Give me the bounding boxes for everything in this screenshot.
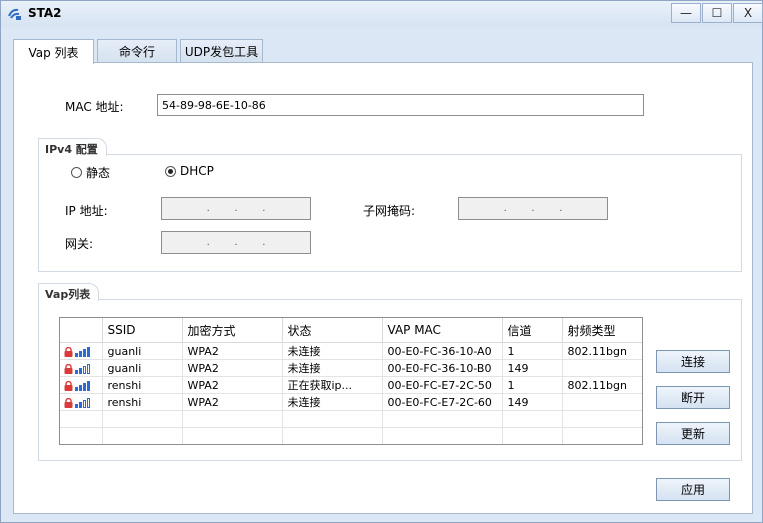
status-icons-cell [60, 342, 103, 360]
table-row[interactable]: renshi WPA2 正在获取ip... 00-E0-FC-E7-2C-50 1 802… [60, 376, 642, 394]
table-row[interactable]: guanli WPA2 未连接 00-E0-FC-36-10-A0 1 802.11bgn [60, 342, 642, 360]
radio-dhcp[interactable]: DHCP [165, 164, 214, 178]
column-header-ssid[interactable]: SSID [102, 318, 183, 343]
lock-icon [64, 346, 73, 357]
encryption-cell: WPA2 [182, 342, 283, 360]
vap-mac-cell: 00-E0-FC-36-10-B0 [382, 359, 503, 377]
status-cell: 正在获取ip... [282, 376, 383, 394]
status-cell: 未连接 [282, 359, 383, 377]
mac-address-input[interactable] [157, 94, 644, 116]
encryption-cell: WPA2 [182, 393, 283, 411]
empty-cell [562, 410, 642, 428]
empty-cell [382, 427, 503, 444]
signal-strength-icon [75, 397, 90, 408]
empty-table-row [60, 410, 642, 428]
radio-dhcp-circle [165, 165, 176, 177]
channel-cell: 149 [502, 393, 563, 411]
ip-address-input[interactable]: ... [161, 197, 311, 220]
radio-dhcp-label: DHCP [180, 164, 214, 178]
radio-static-label: 静态 [86, 166, 111, 180]
channel-cell: 1 [502, 342, 563, 360]
mac-label: MAC 地址: [65, 100, 124, 114]
encryption-cell: WPA2 [182, 359, 283, 377]
radio-type-cell [562, 359, 642, 377]
signal-strength-icon [75, 346, 90, 357]
lock-icon [64, 363, 73, 374]
gateway-label: 网关: [65, 237, 94, 251]
table-row[interactable]: guanli WPA2 未连接 00-E0-FC-36-10-B0 149 [60, 359, 642, 377]
window-title: STA2 [28, 6, 62, 20]
ssid-cell: guanli [102, 359, 183, 377]
radio-type-cell: 802.11bgn [562, 342, 642, 360]
column-header-icon[interactable] [60, 318, 103, 343]
signal-strength-icon [75, 363, 90, 374]
ssid-cell: guanli [102, 342, 183, 360]
empty-cell [60, 410, 103, 428]
column-header-channel[interactable]: 信道 [502, 318, 563, 343]
status-cell: 未连接 [282, 342, 383, 360]
table-row[interactable]: renshi WPA2 未连接 00-E0-FC-E7-2C-60 149 [60, 393, 642, 411]
tab-vap-list[interactable]: Vap 列表 [13, 39, 94, 64]
channel-cell: 149 [502, 359, 563, 377]
status-icons-cell [60, 376, 103, 394]
status-icons-cell [60, 359, 103, 377]
vap-list-group-label: Vap列表 [38, 283, 100, 301]
signal-strength-icon [75, 380, 90, 391]
empty-cell [282, 410, 383, 428]
network-station-icon [8, 8, 21, 20]
disconnect-button[interactable]: 断开 [656, 386, 730, 409]
vap-mac-cell: 00-E0-FC-E7-2C-60 [382, 393, 503, 411]
gateway-input[interactable]: ... [161, 231, 311, 254]
radio-static-circle [71, 167, 82, 178]
vap-mac-cell: 00-E0-FC-36-10-A0 [382, 342, 503, 360]
empty-cell [502, 410, 563, 428]
column-header-status[interactable]: 状态 [282, 318, 383, 343]
connect-button[interactable]: 连接 [656, 350, 730, 373]
column-header-vap-mac[interactable]: VAP MAC [382, 318, 503, 343]
column-header-radio-type[interactable]: 射频类型 [562, 318, 642, 343]
tab-command-line[interactable]: 命令行 [97, 39, 177, 63]
radio-static[interactable]: 静态 [71, 164, 110, 181]
empty-cell [102, 410, 183, 428]
column-header-encryption[interactable]: 加密方式 [182, 318, 283, 343]
lock-icon [64, 397, 73, 408]
refresh-button[interactable]: 更新 [656, 422, 730, 445]
subnet-mask-label: 子网掩码: [363, 204, 416, 218]
empty-cell [562, 427, 642, 444]
encryption-cell: WPA2 [182, 376, 283, 394]
apply-button[interactable]: 应用 [656, 478, 730, 501]
maximize-icon: ☐ [711, 6, 723, 20]
ssid-cell: renshi [102, 376, 183, 394]
minimize-icon: — [680, 6, 692, 20]
close-button[interactable]: X [733, 3, 763, 23]
status-icons-cell [60, 393, 103, 411]
vap-table[interactable]: SSID 加密方式 状态 VAP MAC 信道 射频类型 guanli WPA2 未… [59, 317, 643, 445]
close-icon: X [743, 6, 753, 20]
ssid-cell: renshi [102, 393, 183, 411]
subnet-mask-input[interactable]: ... [458, 197, 608, 220]
ip-address-label: IP 地址: [65, 204, 108, 218]
empty-cell [382, 410, 503, 428]
sta2-window: STA2 — ☐ X Vap 列表 命令行 UDP发包工具 MAC 地址: IP… [0, 0, 763, 523]
empty-cell [182, 427, 283, 444]
tab-udp-tool[interactable]: UDP发包工具 [180, 39, 263, 63]
ipv4-group-label: IPv4 配置 [38, 138, 107, 156]
radio-type-cell [562, 393, 642, 411]
empty-cell [60, 427, 103, 444]
channel-cell: 1 [502, 376, 563, 394]
empty-cell [102, 427, 183, 444]
radio-type-cell: 802.11bgn [562, 376, 642, 394]
vap-mac-cell: 00-E0-FC-E7-2C-50 [382, 376, 503, 394]
table-header-row: SSID 加密方式 状态 VAP MAC 信道 射频类型 [60, 318, 642, 343]
lock-icon [64, 380, 73, 391]
empty-cell [282, 427, 383, 444]
maximize-button[interactable]: ☐ [702, 3, 732, 23]
title-bar[interactable]: STA2 — ☐ X [1, 1, 763, 27]
status-cell: 未连接 [282, 393, 383, 411]
minimize-button[interactable]: — [671, 3, 701, 23]
empty-cell [182, 410, 283, 428]
empty-table-row [60, 427, 642, 444]
empty-cell [502, 427, 563, 444]
